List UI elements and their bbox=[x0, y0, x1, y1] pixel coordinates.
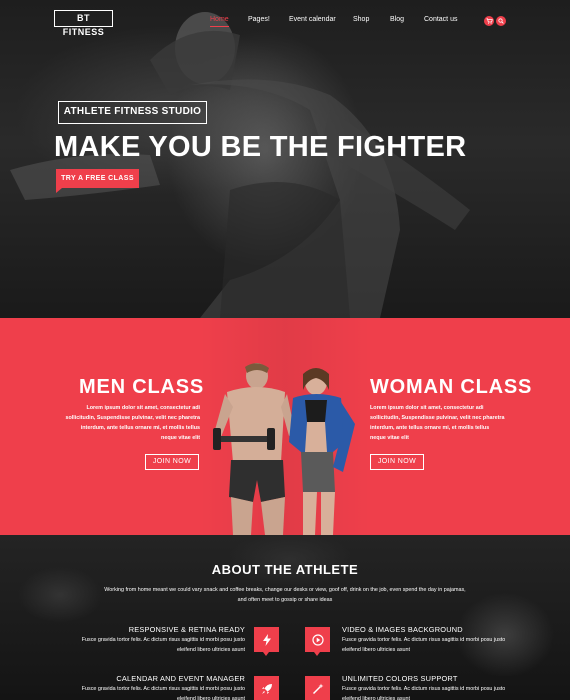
hero-section: BT FITNESS Home Pages! Event calendar Sh… bbox=[0, 0, 570, 318]
nav-item-pages[interactable]: Pages! bbox=[248, 16, 270, 23]
athletes-image bbox=[213, 363, 355, 535]
about-title: ABOUT THE ATHLETE bbox=[211, 562, 359, 577]
feature-text: Fusce gravida tortor felis. Ac dictum ri… bbox=[342, 686, 506, 700]
woman-join-button[interactable]: JOIN NOW bbox=[370, 454, 424, 470]
woman-class-title: WOMAN CLASS bbox=[370, 376, 533, 398]
about-section: ABOUT THE ATHLETE Working from home mean… bbox=[0, 535, 570, 700]
lightning-icon bbox=[254, 627, 279, 656]
search-icon[interactable] bbox=[496, 16, 506, 26]
free-class-button[interactable]: TRY A FREE CLASS bbox=[56, 169, 139, 193]
feature-text: Fusce gravida tortor felis. Ac dictum ri… bbox=[81, 686, 245, 700]
feature-text: Fusce gravida tortor felis. Ac dictum ri… bbox=[81, 637, 245, 653]
cart-icon[interactable] bbox=[484, 16, 494, 26]
hero-tag: ATHLETE FITNESS STUDIO bbox=[58, 101, 207, 124]
feature-text: Fusce gravida tortor felis. Ac dictum ri… bbox=[342, 637, 506, 653]
nav-item-shop[interactable]: Shop bbox=[353, 16, 369, 23]
rocket-icon bbox=[254, 676, 279, 700]
feature-title: CALENDAR AND EVENT MANAGER bbox=[116, 674, 245, 683]
play-icon bbox=[305, 627, 330, 656]
men-join-button[interactable]: JOIN NOW bbox=[145, 454, 199, 470]
nav-item-contact-us[interactable]: Contact us bbox=[424, 16, 457, 23]
men-class-title: MEN CLASS bbox=[79, 376, 204, 398]
woman-class-text: Lorem ipsum dolor sit amet, consectetur … bbox=[370, 405, 505, 441]
about-subtitle: Working from home meant we could vary sn… bbox=[104, 587, 466, 603]
nav-item-home[interactable]: Home bbox=[210, 16, 229, 27]
nav-item-event-calendar[interactable]: Event calendar bbox=[289, 16, 336, 23]
feature-title: UNLIMITED COLORS SUPPORT bbox=[342, 674, 458, 683]
classes-section: MEN CLASS Lorem ipsum dolor sit amet, co… bbox=[0, 318, 570, 535]
feature-title: RESPONSIVE & RETINA READY bbox=[128, 625, 245, 634]
nav-item-blog[interactable]: Blog bbox=[390, 16, 404, 23]
feature-title: VIDEO & IMAGES BACKGROUND bbox=[342, 625, 463, 634]
men-class-text: Lorem ipsum dolor sit amet, consectetur … bbox=[65, 405, 200, 441]
hero-title: MAKE YOU BE THE FIGHTER bbox=[54, 131, 467, 163]
magic-wand-icon bbox=[305, 676, 330, 700]
